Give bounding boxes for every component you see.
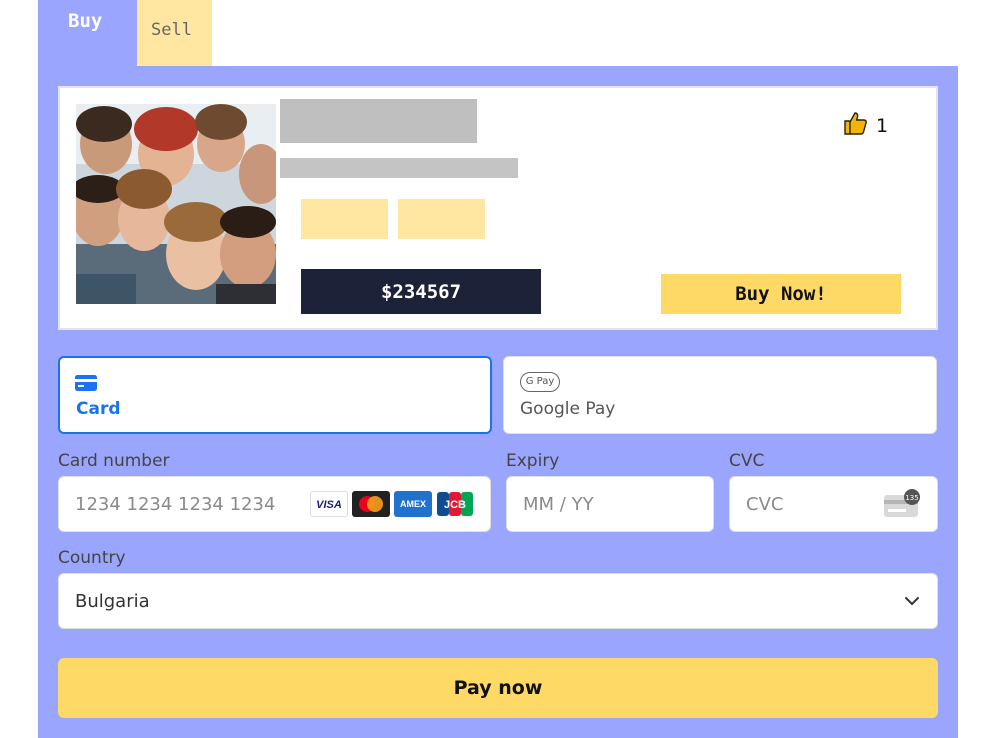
jcb-icon: JCB [436, 491, 474, 517]
like-count: 1 [876, 114, 889, 137]
cvc-card-icon: 135 [884, 489, 922, 523]
cvc-badge-text: 135 [905, 494, 918, 502]
payment-method-google-pay[interactable]: G Pay Google Pay [503, 356, 937, 434]
tab-buy[interactable]: Buy [38, 0, 137, 66]
country-label: Country [58, 548, 126, 568]
cvc-field[interactable]: 135 [729, 476, 938, 532]
tag-placeholder [398, 199, 485, 239]
expiry-input[interactable] [507, 477, 713, 531]
amex-icon: AMEX [394, 491, 432, 517]
chevron-down-icon [903, 592, 921, 614]
product-card: 1 $234567 Buy Now! [58, 86, 938, 330]
card-label: Card [76, 399, 121, 419]
svg-text:VISA: VISA [316, 499, 342, 510]
subtitle-placeholder [280, 158, 518, 178]
buy-now-button[interactable]: Buy Now! [661, 274, 901, 314]
card-brands: VISA AMEX JCB [310, 491, 474, 517]
google-pay-label: Google Pay [520, 399, 616, 419]
pay-now-button[interactable]: Pay now [58, 658, 938, 718]
svg-text:AMEX: AMEX [400, 499, 426, 509]
svg-text:JCB: JCB [444, 499, 466, 511]
tab-sell[interactable]: Sell [137, 0, 212, 66]
payment-method-card[interactable]: Card [58, 356, 492, 434]
cvc-label: CVC [729, 451, 765, 471]
checkout-panel: 1 $234567 Buy Now! Card G Pay Google Pay… [38, 66, 958, 738]
price-label: $234567 [301, 269, 541, 314]
expiry-field[interactable] [506, 476, 714, 532]
title-placeholder [280, 99, 477, 143]
card-number-field[interactable]: VISA AMEX JCB [58, 476, 491, 532]
card-number-label: Card number [58, 451, 170, 471]
country-value: Bulgaria [75, 591, 150, 612]
tag-placeholder [301, 199, 388, 239]
google-pay-icon: G Pay [520, 372, 560, 392]
mastercard-icon [352, 491, 390, 517]
expiry-label: Expiry [506, 451, 560, 471]
country-select[interactable]: Bulgaria [58, 573, 938, 629]
thumbs-up-icon[interactable] [842, 110, 868, 141]
credit-card-icon [75, 375, 97, 395]
visa-icon: VISA [310, 491, 348, 517]
product-photo [76, 104, 276, 304]
like-counter[interactable]: 1 [842, 110, 888, 141]
